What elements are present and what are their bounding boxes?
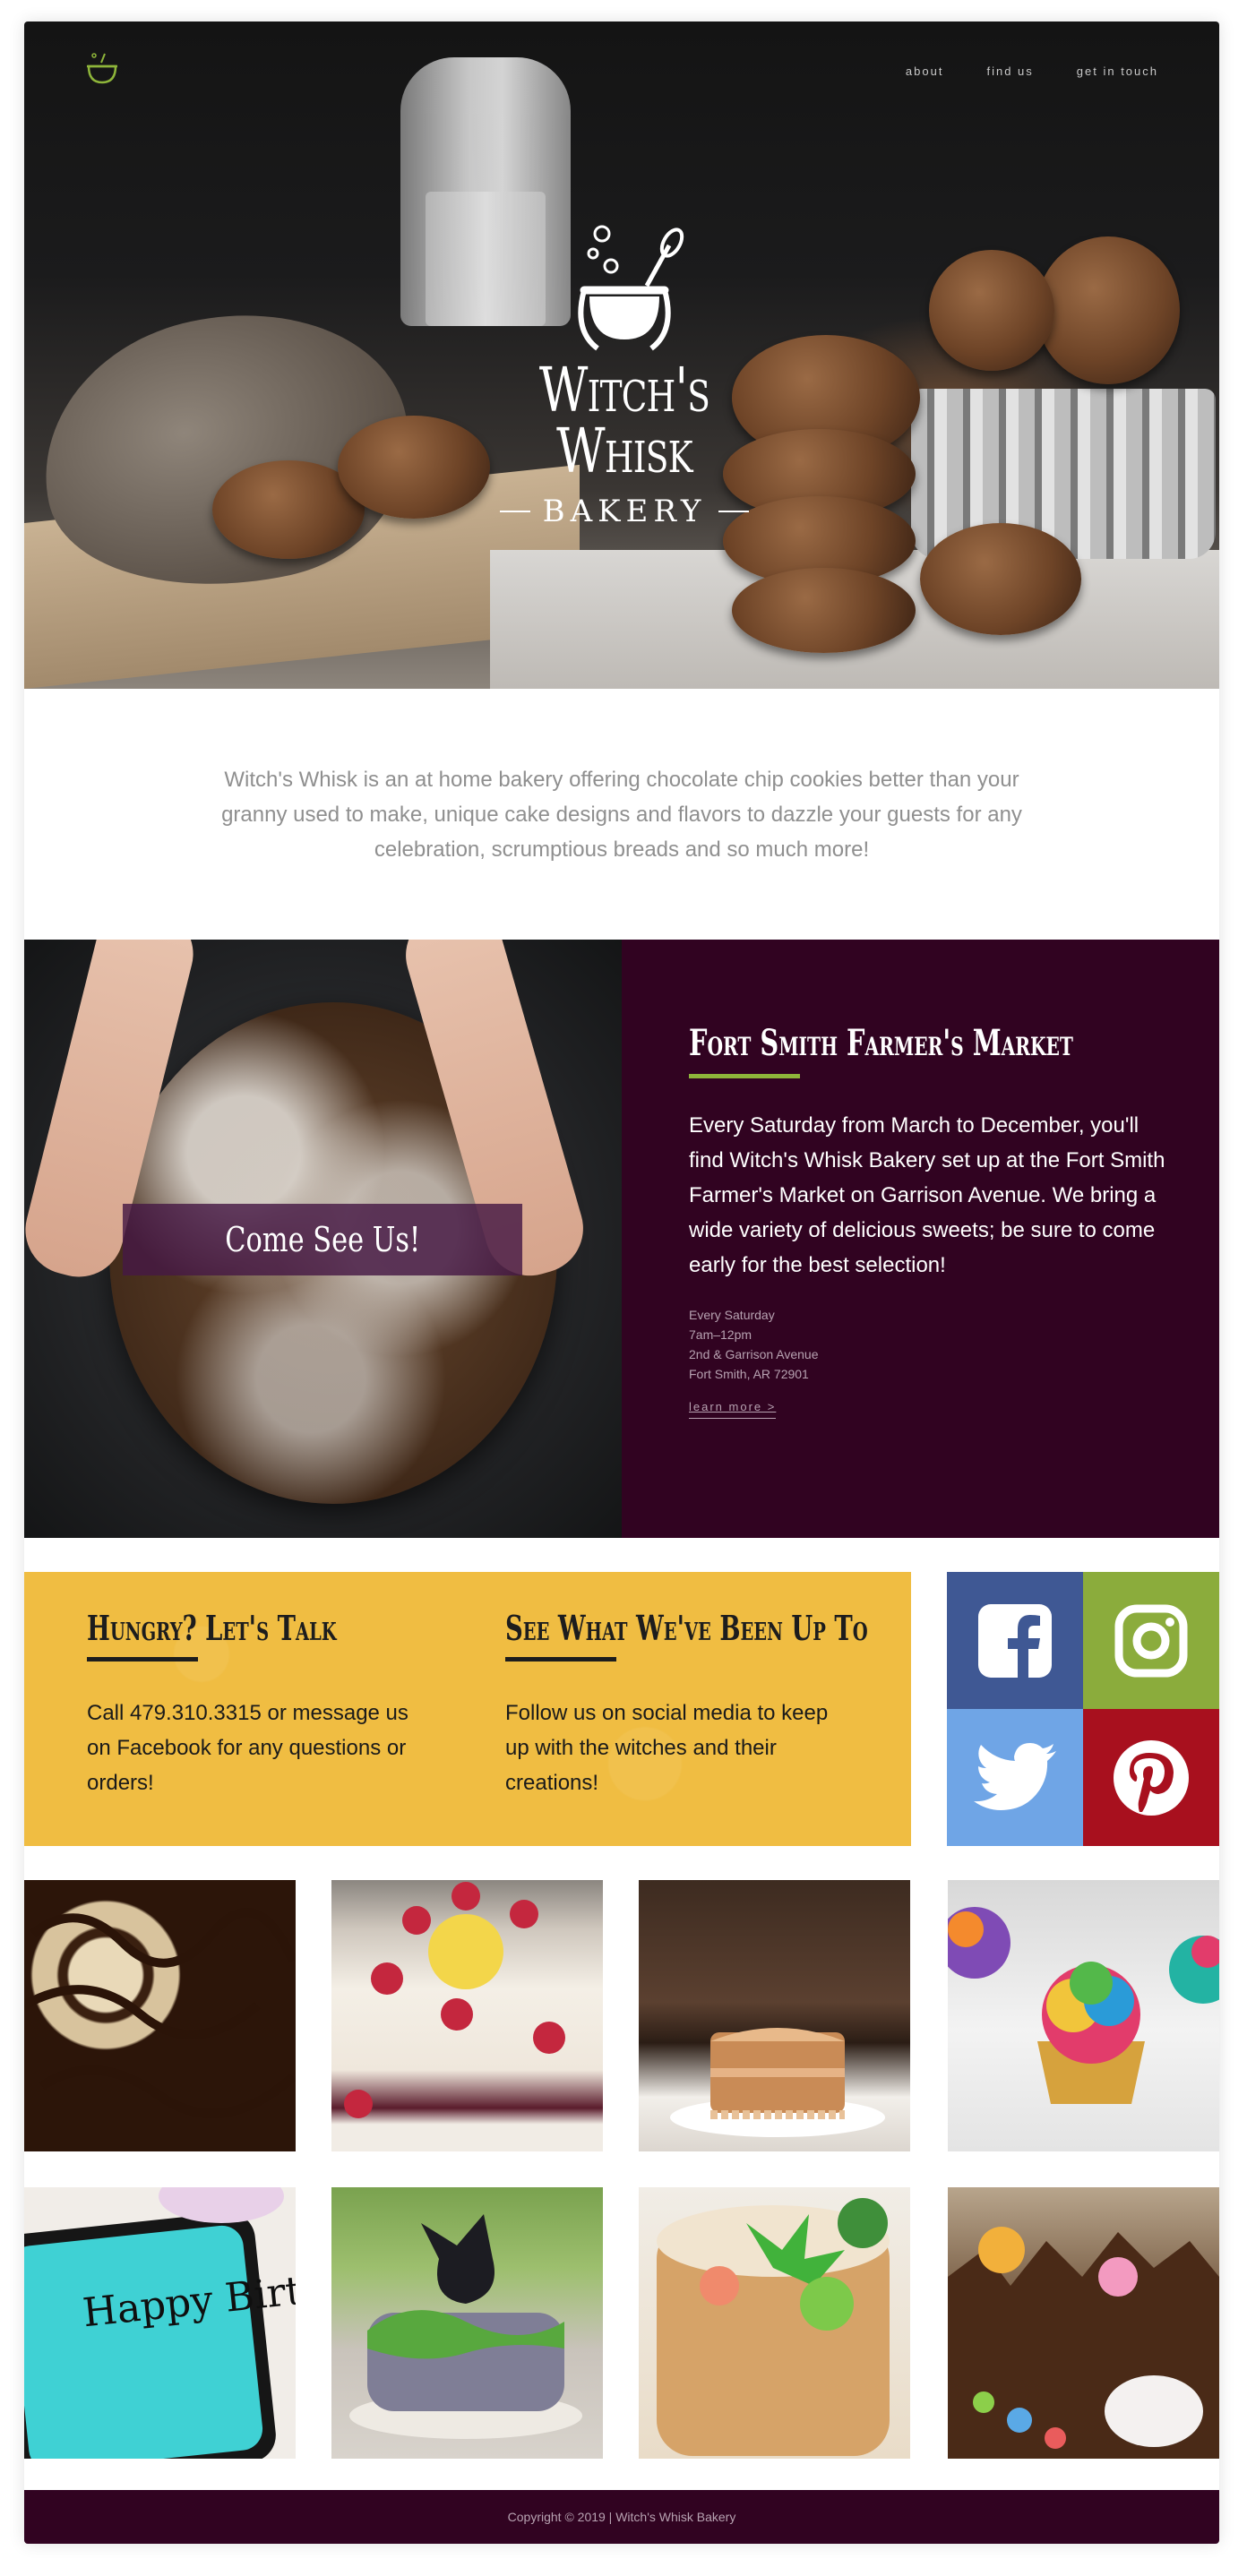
nav-get-in-touch[interactable]: get in touch [1077,64,1158,78]
come-see-us-button[interactable]: Come See Us! [123,1204,522,1275]
brand-name: Witch's Whisk [538,356,710,487]
twitter-icon [974,1742,1056,1810]
pinterest-icon [1114,1739,1189,1816]
brand-sub-text: BAKERY [542,494,707,529]
nav-about[interactable]: about [906,64,944,78]
divider [718,511,750,512]
instagram-icon [1114,1604,1188,1677]
facebook-link[interactable] [947,1572,1083,1709]
raspberries-icon [344,1882,565,2118]
social-title: See What We've Been Up To [505,1608,868,1648]
cupcakes-icon [948,1907,1219,2104]
cookie [1036,236,1180,384]
social-column: See What We've Been Up To Follow us on s… [505,1608,868,1800]
market-details: Every Saturday 7am–12pm 2nd & Garrison A… [689,1305,819,1384]
caramel-cake-photo[interactable] [639,1880,910,2151]
cake-icon [670,2028,885,2137]
market-title: Fort Smith Farmer's Market [689,1022,1073,1064]
drizzle-icon [24,1908,296,2118]
title-underline [505,1657,616,1662]
facebook-icon [978,1603,1052,1678]
market-description: Every Saturday from March to December, y… [689,1113,1165,1277]
dragon-cake-icon [349,2214,582,2439]
succulent-cake-photo[interactable] [639,2187,910,2459]
talk-text: Call 479.310.3315 or message us on Faceb… [87,1701,408,1795]
instagram-link[interactable] [1083,1572,1219,1709]
copyright-text: Copyright © 2019 | Witch's Whisk Bakery [507,2510,736,2524]
succulent-icon [657,2198,890,2456]
talk-title: Hungry? Let's Talk [87,1608,337,1648]
cauldron-whisk-icon [578,225,684,351]
happy-birthday-cookie-photo[interactable]: Happy Birthday [24,2187,296,2459]
learn-more-link[interactable]: learn more > [689,1400,777,1419]
birthday-cookie-icon: Happy Birthday [24,2187,296,2459]
pinterest-link[interactable] [1083,1709,1219,1846]
top-nav: about find us get in touch [906,64,1158,78]
woodland-cake-photo[interactable] [948,2187,1219,2459]
lemon-raspberry-cake-photo[interactable] [331,1880,603,2151]
title-underline [689,1074,800,1078]
cauldron-logo-icon[interactable] [85,50,119,86]
social-grid [947,1572,1219,1846]
detail-city: Fort Smith, AR 72901 [689,1367,809,1381]
intro-text: Witch's Whisk is an at home bakery offer… [221,767,1022,862]
chocolate-drizzle-cookies-photo[interactable] [24,1880,296,2151]
detail-street: 2nd & Garrison Avenue [689,1347,819,1361]
divider [499,511,530,512]
social-text: Follow us on social media to keep up wit… [505,1701,829,1795]
intro-section: Witch's Whisk is an at home bakery offer… [24,689,1219,940]
bread-photo: Come See Us! [24,940,622,1538]
cta-label: Come See Us! [225,1220,420,1259]
dragon-cake-photo[interactable] [331,2187,603,2459]
title-underline [87,1657,198,1662]
woodland-cake-icon [948,2227,1219,2459]
hero-section: about find us get in touch Witch's Whisk… [24,21,1219,689]
market-info-panel: Fort Smith Farmer's Market Every Saturda… [622,940,1219,1538]
detail-day: Every Saturday [689,1308,775,1322]
cookie [920,523,1081,635]
contact-section: Hungry? Let's Talk Call 479.310.3315 or … [24,1572,911,1846]
nav-find-us[interactable]: find us [986,64,1033,78]
brand-subtitle: BAKERY [454,494,795,529]
page: about find us get in touch Witch's Whisk… [24,21,1219,2544]
cookie [732,568,916,653]
brand-logo: Witch's Whisk BAKERY [454,223,795,529]
detail-hours: 7am–12pm [689,1327,752,1342]
talk-column: Hungry? Let's Talk Call 479.310.3315 or … [87,1608,427,1800]
twitter-link[interactable] [947,1709,1083,1846]
cookie [929,250,1054,371]
rainbow-cupcakes-photo[interactable] [948,1880,1219,2151]
footer: Copyright © 2019 | Witch's Whisk Bakery [24,2490,1219,2544]
